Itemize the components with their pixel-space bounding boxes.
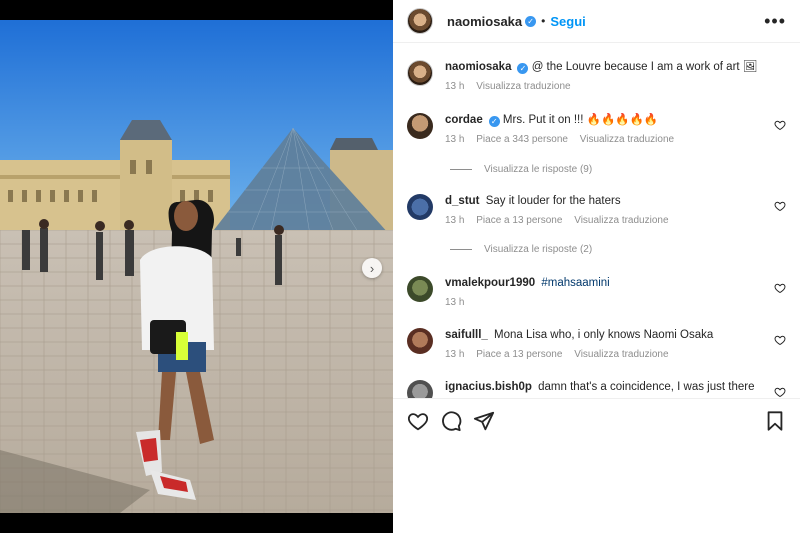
post-photo[interactable] (0, 20, 393, 513)
comment-text: vmalekpour1990 #mahsaamini (445, 276, 786, 291)
comment-meta: 13 h Piace a 343 persone Visualizza trad… (445, 134, 786, 145)
bookmark-icon[interactable] (764, 410, 786, 432)
post-actions-bar (393, 398, 800, 442)
comment-username[interactable]: cordae (445, 114, 483, 126)
caption-username[interactable]: naomiosaka (445, 61, 511, 73)
comment-icon[interactable] (440, 410, 462, 432)
heart-icon[interactable] (774, 334, 786, 346)
comment-meta: 13 h Piace a 13 persone Visualizza tradu… (445, 215, 786, 226)
comment-username[interactable]: ignacius.bish0p (445, 381, 532, 393)
heart-icon[interactable] (774, 200, 786, 212)
commenter-avatar[interactable] (407, 276, 433, 302)
comment-body: Mrs. Put it on !!! 🔥🔥🔥🔥🔥 (502, 114, 659, 126)
comment-row: ignacius.bish0p damn that's a coincidenc… (407, 380, 786, 398)
comment-meta: 13 h Piace a 13 persone Visualizza tradu… (445, 349, 786, 360)
comment-text: d_stut Say it louder for the haters (445, 194, 786, 209)
comment-meta: 13 h (445, 297, 786, 308)
comment-text: saifulll_ Mona Lisa who, i only knows Na… (445, 328, 786, 343)
comment-likes[interactable]: Piace a 13 persone (476, 349, 562, 360)
post-header: naomiosaka ✓ • Segui ••• (393, 0, 800, 43)
heart-icon[interactable] (774, 282, 786, 294)
instagram-post-modal: › naomiosaka ✓ • Segui ••• naomiosaka ✓ @… (0, 0, 800, 533)
comment-time[interactable]: 13 h (445, 215, 464, 226)
share-icon[interactable] (473, 410, 495, 432)
verified-badge-icon: ✓ (488, 116, 500, 127)
hashtag-link[interactable]: #mahsaamini (541, 277, 609, 289)
media-pane: › (0, 0, 393, 533)
comment-text: cordae ✓ Mrs. Put it on !!! 🔥🔥🔥🔥🔥 (445, 113, 786, 128)
comment-username[interactable]: saifulll_ (445, 329, 488, 341)
chevron-right-icon: › (369, 260, 375, 276)
comment-row: vmalekpour1990 #mahsaamini 13 h (407, 276, 786, 308)
comment-body: Say it louder for the haters (485, 195, 621, 207)
comments-list[interactable]: naomiosaka ✓ @ the Louvre because I am a … (393, 48, 800, 398)
comment-likes[interactable]: Piace a 13 persone (476, 215, 562, 226)
comment-username[interactable]: vmalekpour1990 (445, 277, 535, 289)
caption-meta: 13 h Visualizza traduzione (445, 81, 786, 92)
heart-icon[interactable] (774, 119, 786, 131)
comment-time[interactable]: 13 h (445, 134, 464, 145)
comment-body: Mona Lisa who, i only knows Naomi Osaka (494, 329, 714, 341)
comment-row: cordae ✓ Mrs. Put it on !!! 🔥🔥🔥🔥🔥 13 h Pi… (407, 113, 786, 145)
caption-row: naomiosaka ✓ @ the Louvre because I am a … (407, 60, 786, 92)
caption-body: @ the Louvre because I am a work of art … (531, 61, 758, 73)
view-replies-button[interactable]: Visualizza le risposte (2) (450, 244, 592, 255)
replies-divider (450, 249, 472, 250)
translate-button[interactable]: Visualizza traduzione (580, 134, 674, 145)
translate-button[interactable]: Visualizza traduzione (476, 81, 570, 92)
caption-text: naomiosaka ✓ @ the Louvre because I am a … (445, 60, 786, 75)
caption-time[interactable]: 13 h (445, 81, 464, 92)
author-avatar[interactable] (407, 8, 433, 34)
comment-row: d_stut Say it louder for the haters 13 h… (407, 194, 786, 226)
comment-likes[interactable]: Piace a 343 persone (476, 134, 568, 145)
comment-username[interactable]: d_stut (445, 195, 480, 207)
commenter-avatar[interactable] (407, 380, 433, 398)
comment-text: ignacius.bish0p damn that's a coincidenc… (445, 380, 786, 395)
view-replies-label[interactable]: Visualizza le risposte (2) (484, 244, 592, 255)
separator-dot: • (541, 14, 546, 28)
commenter-avatar[interactable] (407, 194, 433, 220)
next-photo-button[interactable]: › (362, 258, 382, 278)
comment-time[interactable]: 13 h (445, 297, 464, 308)
verified-badge-icon: ✓ (517, 63, 529, 74)
commenter-avatar[interactable] (407, 328, 433, 354)
replies-divider (450, 169, 472, 170)
translate-button[interactable]: Visualizza traduzione (574, 349, 668, 360)
comment-body: damn that's a coincidence, I was just th… (538, 381, 755, 393)
post-sidebar: naomiosaka ✓ • Segui ••• naomiosaka ✓ @ t… (393, 0, 800, 533)
more-options-icon[interactable]: ••• (764, 12, 786, 30)
comment-row: saifulll_ Mona Lisa who, i only knows Na… (407, 328, 786, 360)
verified-badge-icon: ✓ (525, 15, 537, 27)
commenter-avatar[interactable] (407, 113, 433, 139)
heart-icon[interactable] (774, 386, 786, 398)
author-avatar[interactable] (407, 60, 433, 86)
comment-time[interactable]: 13 h (445, 349, 464, 360)
heart-icon[interactable] (407, 410, 429, 432)
view-replies-label[interactable]: Visualizza le risposte (9) (484, 164, 592, 175)
translate-button[interactable]: Visualizza traduzione (574, 215, 668, 226)
author-username[interactable]: naomiosaka (447, 14, 522, 29)
view-replies-button[interactable]: Visualizza le risposte (9) (450, 164, 592, 175)
follow-button[interactable]: Segui (550, 14, 585, 29)
